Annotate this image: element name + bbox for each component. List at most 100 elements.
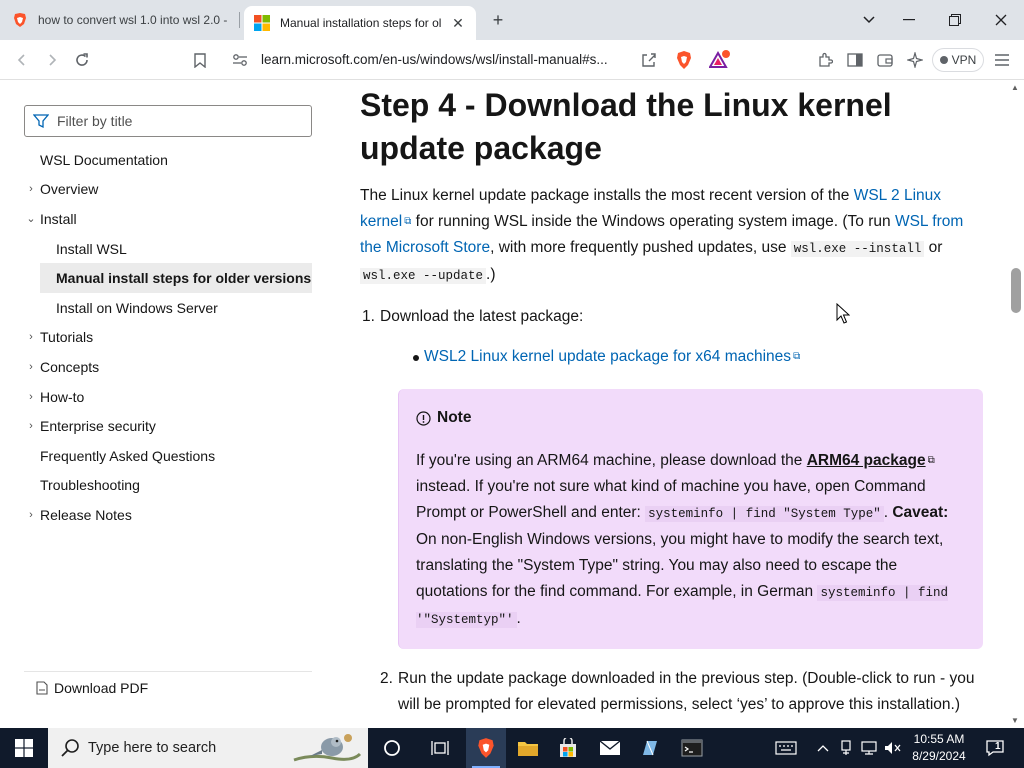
sidebar-toggle-icon[interactable]	[843, 48, 867, 72]
mail-icon[interactable]	[590, 728, 630, 768]
leo-ai-icon[interactable]	[903, 48, 927, 72]
minimize-icon[interactable]	[886, 0, 932, 40]
step-text: Download the latest package:	[380, 308, 584, 325]
filter-box[interactable]	[24, 105, 312, 137]
list-number: 2.	[380, 670, 393, 687]
reload-icon[interactable]	[70, 48, 94, 72]
kernel-package-link[interactable]: WSL2 Linux kernel update package for x64…	[424, 348, 800, 365]
toc-item-wsl-documentation[interactable]: WSL Documentation	[24, 145, 312, 175]
chevron-right-icon[interactable]: ›	[24, 361, 38, 373]
chevron-right-icon[interactable]: ›	[24, 420, 38, 432]
intro-text: , with more frequently pushed updates, u…	[490, 239, 791, 256]
back-icon[interactable]	[10, 48, 34, 72]
clock-time: 10:55 AM	[913, 732, 965, 746]
menu-icon[interactable]	[990, 48, 1014, 72]
extensions-icon[interactable]	[813, 48, 837, 72]
brave-shields-icon[interactable]	[672, 48, 696, 72]
tab-separator	[239, 12, 240, 28]
wallet-icon[interactable]	[873, 48, 897, 72]
toc-item-manual-install[interactable]: Manual install steps for older versions	[40, 263, 312, 293]
section-heading: Step 4 - Download the Linux kernel updat…	[360, 87, 892, 166]
toc-item-install-windows-server[interactable]: Install on Windows Server	[24, 293, 312, 323]
intro-paragraph: The Linux kernel update package installs…	[360, 183, 985, 289]
list-number: 1.	[362, 308, 375, 325]
toc-item-label: Install WSL	[56, 240, 127, 257]
toc-item-enterprise-security[interactable]: › Enterprise security	[24, 411, 312, 441]
toc-item-label: Frequently Asked Questions	[40, 447, 216, 464]
toc-item-release-notes[interactable]: › Release Notes	[24, 500, 312, 530]
chevron-right-icon[interactable]: ›	[24, 509, 38, 521]
usb-device-icon[interactable]	[836, 728, 856, 768]
page-scrollbar[interactable]: ▲ ▼	[1008, 81, 1024, 727]
external-link-icon: ⧉	[927, 455, 935, 466]
scroll-up-icon[interactable]: ▲	[1011, 83, 1019, 92]
address-bar[interactable]: learn.microsoft.com/en-us/windows/wsl/in…	[218, 45, 748, 75]
download-pdf-button[interactable]: Download PDF	[24, 671, 312, 703]
url-text: learn.microsoft.com/en-us/windows/wsl/in…	[261, 52, 608, 67]
system-clock[interactable]: 10:55 AM 8/29/2024	[904, 731, 974, 765]
close-window-icon[interactable]	[978, 0, 1024, 40]
tab-manual-install[interactable]: Manual installation steps for ol ✕	[244, 6, 476, 40]
toc-item-install[interactable]: ⌄ Install	[24, 204, 312, 234]
cortana-icon[interactable]	[372, 728, 412, 768]
toc-item-troubleshooting[interactable]: Troubleshooting	[24, 471, 312, 501]
task-view-icon[interactable]	[420, 728, 460, 768]
bullet-item: WSL2 Linux kernel update package for x64…	[413, 348, 800, 366]
bullet-dot	[413, 355, 419, 361]
toc-item-how-to[interactable]: › How-to	[24, 382, 312, 412]
article-content: Step 4 - Download the Linux kernel updat…	[336, 81, 1008, 727]
terminal-icon[interactable]	[672, 728, 712, 768]
vpn-button[interactable]: VPN	[932, 48, 984, 72]
intro-text: The Linux kernel update package installs…	[360, 187, 854, 204]
tab-search-results[interactable]: how to convert wsl 1.0 into wsl 2.0 -	[0, 0, 238, 40]
arm64-package-link[interactable]: ARM64 package	[807, 452, 926, 469]
chevron-down-icon[interactable]: ⌄	[24, 212, 38, 225]
chevron-right-icon[interactable]: ›	[24, 331, 38, 343]
brave-icon[interactable]	[466, 728, 506, 768]
forward-icon[interactable]	[40, 48, 64, 72]
filter-input[interactable]	[57, 113, 297, 129]
chevron-right-icon[interactable]: ›	[24, 391, 38, 403]
network-icon[interactable]	[858, 728, 880, 768]
site-settings-icon[interactable]	[228, 48, 252, 72]
external-link-icon: ⧉	[793, 351, 801, 362]
search-placeholder: Type here to search	[88, 740, 217, 756]
pin-app-icon[interactable]	[630, 728, 670, 768]
inline-code: wsl.exe --update	[360, 268, 487, 284]
notification-count: 1	[995, 741, 1001, 752]
intro-text: for running WSL inside the Windows opera…	[411, 213, 895, 230]
toc-item-install-wsl[interactable]: Install WSL	[24, 234, 312, 264]
download-pdf-label: Download PDF	[54, 679, 149, 696]
bookmark-icon[interactable]	[188, 48, 212, 72]
toc-item-label: Install on Windows Server	[56, 299, 218, 316]
maximize-icon[interactable]	[932, 0, 978, 40]
toc-item-label: Concepts	[40, 358, 100, 375]
toc-item-label: Manual install steps for older versions	[56, 270, 312, 287]
keyboard-layout-icon[interactable]	[772, 728, 800, 768]
chevron-right-icon[interactable]: ›	[24, 183, 38, 195]
tab-title: Manual installation steps for ol	[280, 16, 442, 30]
toc-item-label: Release Notes	[40, 506, 132, 523]
start-button[interactable]	[0, 728, 48, 768]
tray-overflow-chevron-icon[interactable]	[814, 728, 832, 768]
note-text: .	[516, 610, 521, 627]
toc-item-overview[interactable]: › Overview	[24, 175, 312, 205]
toc-item-tutorials[interactable]: › Tutorials	[24, 323, 312, 353]
microsoft-store-icon[interactable]	[548, 728, 588, 768]
taskbar-search-box[interactable]: Type here to search	[48, 728, 368, 768]
note-callout: Note If you're using an ARM64 machine, p…	[398, 389, 983, 649]
step-list-item-2: 2. Run the update package downloaded in …	[380, 666, 978, 718]
toc-item-faq[interactable]: Frequently Asked Questions	[24, 441, 312, 471]
volume-muted-icon[interactable]	[882, 728, 904, 768]
close-tab-icon[interactable]: ✕	[448, 13, 468, 33]
brave-rewards-icon[interactable]	[708, 48, 732, 72]
toc-item-concepts[interactable]: › Concepts	[24, 352, 312, 382]
kernel-package-link-text: WSL2 Linux kernel update package for x64…	[424, 348, 792, 365]
file-explorer-icon[interactable]	[508, 728, 548, 768]
scroll-down-icon[interactable]: ▼	[1011, 716, 1019, 725]
scrollbar-thumb[interactable]	[1011, 268, 1021, 313]
share-icon[interactable]	[637, 48, 661, 72]
toc-item-label: WSL Documentation	[40, 151, 168, 168]
notifications-icon[interactable]: 1	[980, 728, 1010, 768]
new-tab-icon[interactable]: +	[486, 8, 510, 32]
